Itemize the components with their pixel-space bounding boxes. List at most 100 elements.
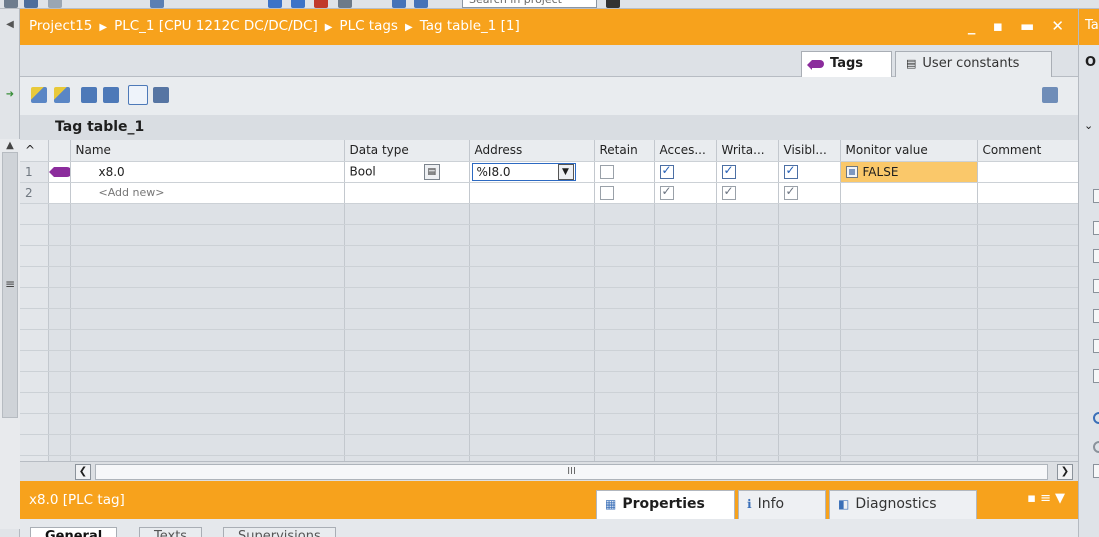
header-retain[interactable]: Retain: [594, 140, 655, 162]
retain-checkbox[interactable]: [599, 185, 614, 200]
header-address[interactable]: Address: [469, 140, 595, 162]
toolbar-icon[interactable]: [268, 0, 282, 8]
grip-icon[interactable]: ≡: [5, 277, 15, 291]
table-row[interactable]: 1 x8.0 Bool ▤ %I8.0▼ FALSE: [20, 161, 1078, 183]
writable-checkbox[interactable]: [721, 184, 736, 200]
breadcrumb-plc-tags[interactable]: PLC tags: [339, 18, 398, 34]
data-type-cell[interactable]: Bool ▤: [344, 161, 470, 183]
tag-name-cell[interactable]: x8.0: [70, 161, 345, 183]
inspector-title: x8.0 [PLC tag]: [29, 492, 125, 508]
toolbar-icon[interactable]: [291, 0, 305, 8]
writable-cell[interactable]: [716, 161, 779, 183]
monitor-value-cell: FALSE: [840, 161, 978, 183]
option-box[interactable]: [1093, 279, 1099, 293]
visible-cell[interactable]: [778, 161, 841, 183]
option-box[interactable]: [1093, 249, 1099, 263]
import-icon[interactable]: [103, 87, 119, 103]
breadcrumb: Project15 ▶ PLC_1 [CPU 1212C DC/DC/DC] ▶ PLC…: [29, 18, 520, 34]
monitor-all-icon[interactable]: [128, 85, 148, 105]
header-accessible[interactable]: Acces...: [654, 140, 717, 162]
option-box[interactable]: [1093, 339, 1099, 353]
header-data-type[interactable]: Data type: [344, 140, 470, 162]
tab-user-constants[interactable]: ▤ User constants: [895, 51, 1052, 77]
toolbar-icon[interactable]: [48, 0, 62, 8]
add-new-cell[interactable]: <Add new>: [70, 182, 345, 204]
window-controls[interactable]: _ ▪ ▬ ✕: [968, 17, 1070, 35]
option-box[interactable]: [1093, 309, 1099, 323]
search-input[interactable]: Search in project: [462, 0, 597, 8]
radio-button[interactable]: [1093, 412, 1099, 424]
table-row[interactable]: 2 <Add new>: [20, 182, 1078, 204]
toolbar-icon[interactable]: [338, 0, 352, 8]
toolbar-icon[interactable]: [314, 0, 328, 8]
option-box[interactable]: [1093, 369, 1099, 383]
tab-properties[interactable]: ▦ Properties: [596, 490, 735, 519]
add-row-icon[interactable]: [54, 87, 70, 103]
option-box[interactable]: [1093, 189, 1099, 203]
inspector-title-bar: x8.0 [PLC tag] ▦ Properties ℹ Info ◧ Diagno…: [20, 481, 1078, 519]
header-monitor-value[interactable]: Monitor value: [840, 140, 978, 162]
data-type-cell[interactable]: [344, 182, 470, 204]
tab-info[interactable]: ℹ Info: [738, 490, 826, 519]
collapse-left-icon[interactable]: ◀: [0, 19, 20, 35]
retain-checkbox[interactable]: [599, 164, 614, 179]
subtab-texts[interactable]: Texts: [139, 527, 203, 537]
breadcrumb-tag-table[interactable]: Tag table_1 [1]: [420, 18, 520, 34]
subtab-general[interactable]: General: [30, 527, 118, 537]
option-box[interactable]: [1093, 221, 1099, 235]
breadcrumb-separator-icon: ▶: [99, 22, 108, 33]
chevron-down-icon[interactable]: ⌄: [1084, 119, 1093, 132]
horizontal-scrollbar[interactable]: ❮ III ❯: [20, 461, 1078, 481]
toolbar-icon[interactable]: [414, 0, 428, 8]
retain-cell[interactable]: [594, 182, 655, 204]
scroll-right-icon[interactable]: ❯: [1057, 464, 1073, 480]
toolbar-icon[interactable]: [4, 0, 18, 8]
accessible-checkbox[interactable]: [659, 163, 674, 179]
accessible-checkbox[interactable]: [659, 184, 674, 200]
export-icon[interactable]: [81, 87, 97, 103]
address-cell[interactable]: %I8.0 ▼: [469, 161, 595, 183]
retain-cell[interactable]: [594, 161, 655, 183]
comment-cell[interactable]: [977, 161, 1078, 183]
header-writable[interactable]: Writa...: [716, 140, 779, 162]
toolbar-icon[interactable]: [150, 0, 164, 8]
scrollbar-thumb[interactable]: III: [95, 464, 1048, 480]
tab-tags[interactable]: Tags: [801, 51, 892, 77]
subtab-supervisions[interactable]: Supervisions: [223, 527, 336, 537]
tab-diagnostics[interactable]: ◧ Diagnostics: [829, 490, 977, 519]
split-editor-icon[interactable]: [1042, 87, 1058, 103]
search-go-icon[interactable]: [606, 0, 620, 8]
visible-cell[interactable]: [778, 182, 841, 204]
writable-cell[interactable]: [716, 182, 779, 204]
breadcrumb-plc[interactable]: PLC_1 [CPU 1212C DC/DC/DC]: [114, 18, 318, 34]
scroll-left-icon[interactable]: ❮: [75, 464, 91, 480]
breadcrumb-project[interactable]: Project15: [29, 18, 92, 34]
chevron-down-icon[interactable]: ▼: [557, 163, 574, 180]
data-type-picker-icon[interactable]: ▤: [423, 163, 440, 180]
header-name[interactable]: Name: [70, 140, 345, 162]
header-comment[interactable]: Comment: [977, 140, 1078, 162]
tag-table-toolbar: [20, 77, 1078, 115]
accessible-cell[interactable]: [654, 182, 717, 204]
accessible-cell[interactable]: [654, 161, 717, 183]
tab-info-label: Info: [757, 496, 785, 512]
empty-row: [20, 329, 1078, 351]
insert-row-icon[interactable]: [31, 87, 47, 103]
display-settings-icon[interactable]: [153, 87, 169, 103]
visible-checkbox[interactable]: [783, 184, 798, 200]
comment-cell[interactable]: [977, 182, 1078, 204]
editor-title-bar: Project15 ▶ PLC_1 [CPU 1212C DC/DC/DC] ▶ PLC…: [20, 9, 1078, 45]
toolbar-icon[interactable]: [392, 0, 406, 8]
project-tree-collapsed: ◀ ➜ ▲ ≡: [0, 9, 20, 537]
header-sort-icon[interactable]: ^: [20, 140, 49, 162]
writable-checkbox[interactable]: [721, 163, 736, 179]
toolbar-icon[interactable]: [24, 0, 38, 8]
option-box[interactable]: [1093, 464, 1099, 478]
add-icon[interactable]: ➜: [0, 89, 20, 103]
project-tree-scrollbar[interactable]: ▲: [0, 139, 20, 529]
inspector-window-controls[interactable]: ▪≡▼: [1027, 491, 1069, 506]
address-cell[interactable]: [469, 182, 595, 204]
visible-checkbox[interactable]: [783, 163, 798, 179]
radio-button[interactable]: [1093, 441, 1099, 453]
header-visible[interactable]: Visibl...: [778, 140, 841, 162]
